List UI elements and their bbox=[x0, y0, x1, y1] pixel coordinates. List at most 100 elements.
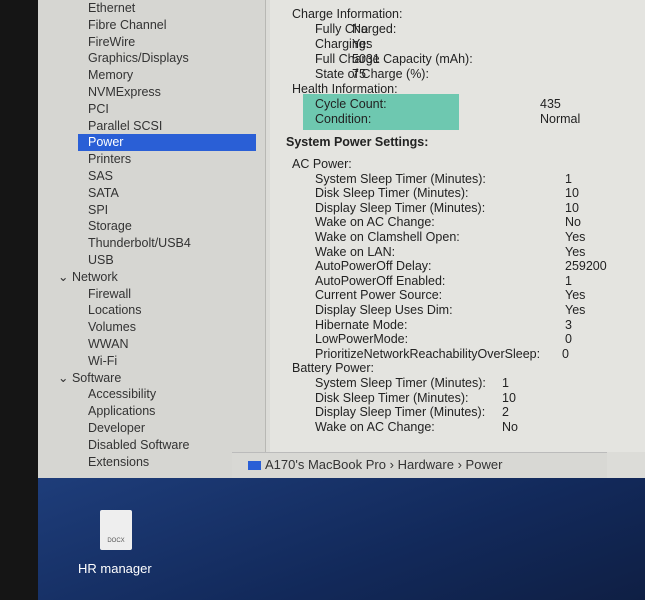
sidebar-item-graphics-displays[interactable]: Graphics/Displays bbox=[88, 50, 258, 67]
info-row: System Sleep Timer (Minutes): bbox=[315, 376, 486, 391]
info-value: 1 bbox=[565, 171, 572, 186]
sidebar-item-thunderbolt-usb4[interactable]: Thunderbolt/USB4 bbox=[88, 235, 258, 252]
info-label: Hibernate Mode: bbox=[315, 317, 408, 332]
info-row: PrioritizeNetworkReachabilityOverSleep: bbox=[315, 347, 540, 362]
sidebar-item-spi[interactable]: SPI bbox=[88, 202, 258, 219]
info-row: Battery Power: bbox=[292, 361, 374, 376]
info-value: 10 bbox=[565, 200, 579, 215]
file-name[interactable]: HR manager bbox=[78, 561, 152, 576]
sidebar-item-power[interactable]: Power bbox=[78, 134, 256, 152]
sidebar-item-firewall[interactable]: Firewall bbox=[88, 286, 258, 303]
sidebar-item-locations[interactable]: Locations bbox=[88, 302, 258, 319]
chevron-down-icon[interactable]: ⌄ bbox=[58, 371, 72, 385]
info-row: State of Charge (%): bbox=[315, 67, 429, 82]
screen-bezel bbox=[0, 0, 38, 600]
sidebar-item-label: Applications bbox=[88, 404, 156, 419]
info-label: Cycle Count: bbox=[315, 97, 387, 111]
info-label: Display Sleep Timer (Minutes): bbox=[315, 200, 486, 215]
info-value: 0 bbox=[565, 332, 572, 347]
info-value: 1 bbox=[565, 273, 572, 288]
system-information-window: Ethernet Fibre Channel FireWire Graphics/Di… bbox=[38, 0, 645, 478]
info-value: 3 bbox=[565, 317, 572, 332]
info-row: Wake on AC Change: bbox=[315, 215, 435, 230]
info-label: Disk Sleep Timer (Minutes): bbox=[315, 390, 469, 405]
sidebar-item-wi-fi[interactable]: Wi-Fi bbox=[88, 353, 258, 370]
path-item[interactable]: Power bbox=[466, 457, 503, 472]
sidebar-item-wwan[interactable]: WWAN bbox=[88, 336, 258, 353]
sidebar-item-label: SPI bbox=[88, 202, 109, 217]
info-row: Health Information: bbox=[292, 82, 398, 97]
sidebar-item-software[interactable]: ⌄ Software bbox=[58, 370, 228, 387]
info-value: 75 bbox=[352, 67, 366, 81]
sidebar-item-label: SAS bbox=[88, 169, 114, 183]
sidebar-item-printers[interactable]: Printers bbox=[88, 151, 258, 168]
info-label: Wake on LAN: bbox=[315, 244, 396, 259]
desktop: DOCX HR manager bbox=[38, 478, 645, 600]
sidebar-item-volumes[interactable]: Volumes bbox=[88, 319, 258, 336]
sidebar-item-nvmexpress[interactable]: NVMExpress bbox=[88, 84, 258, 101]
path-computer[interactable]: A170's MacBook Pro bbox=[265, 457, 386, 472]
info-label: AutoPowerOff Enabled: bbox=[315, 273, 446, 288]
info-row: Condition: bbox=[315, 112, 371, 127]
info-row: Disk Sleep Timer (Minutes): bbox=[315, 391, 469, 406]
info-row: Display Sleep Uses Dim: bbox=[315, 303, 453, 318]
sidebar-item-sas[interactable]: SAS bbox=[88, 168, 258, 185]
sidebar-item-developer[interactable]: Developer bbox=[88, 420, 258, 437]
sidebar-item-label: Memory bbox=[88, 68, 134, 83]
sidebar-item-pci[interactable]: PCI bbox=[88, 101, 258, 118]
sidebar-item-parallel-scsi[interactable]: Parallel SCSI bbox=[88, 118, 258, 135]
info-row: AC Power: bbox=[292, 157, 352, 172]
info-value: Yes bbox=[565, 244, 586, 259]
info-label: Health Information: bbox=[292, 82, 398, 96]
info-value: No bbox=[352, 22, 368, 36]
info-label: PrioritizeNetworkReachabilityOverSleep: bbox=[315, 346, 541, 361]
sidebar-item-applications[interactable]: Applications bbox=[88, 403, 258, 420]
sidebar-item-storage[interactable]: Storage bbox=[88, 218, 258, 235]
sidebar-item-label: Ethernet bbox=[88, 1, 136, 15]
info-label: Wake on AC Change: bbox=[315, 215, 435, 230]
info-value: 1 bbox=[502, 376, 509, 390]
sidebar-item-label: Volumes bbox=[88, 320, 136, 335]
sidebar-item-network[interactable]: ⌄ Network bbox=[58, 269, 228, 286]
sidebar-item-label: Software bbox=[71, 370, 122, 385]
info-label: Wake on AC Change: bbox=[315, 419, 435, 434]
info-row: System Power Settings: bbox=[286, 135, 428, 150]
sidebar-item-ethernet[interactable]: Ethernet bbox=[88, 0, 258, 17]
info-label: State of Charge (%): bbox=[315, 67, 429, 81]
info-value: Yes bbox=[352, 37, 373, 51]
sidebar-item-label: Thunderbolt/USB4 bbox=[88, 236, 191, 251]
info-label: Battery Power: bbox=[292, 361, 374, 376]
sidebar-item-label: Fibre Channel bbox=[88, 17, 167, 32]
info-label: AC Power: bbox=[292, 157, 352, 171]
info-row: Cycle Count: bbox=[315, 97, 387, 112]
info-row: Charge Information: bbox=[292, 7, 402, 22]
sidebar-item-label: Graphics/Displays bbox=[88, 51, 189, 66]
info-label: Display Sleep Uses Dim: bbox=[315, 303, 453, 317]
sidebar-item-label: Accessibility bbox=[88, 387, 157, 402]
docx-file-icon[interactable]: DOCX bbox=[100, 510, 132, 550]
info-label: Display Sleep Timer (Minutes): bbox=[315, 405, 486, 420]
sidebar-item-label: Locations bbox=[88, 303, 142, 318]
sidebar-item-usb[interactable]: USB bbox=[88, 252, 258, 269]
path-separator: › bbox=[457, 457, 462, 472]
sidebar-item-label: Firewall bbox=[88, 286, 132, 301]
sidebar-item-memory[interactable]: Memory bbox=[88, 67, 258, 84]
path-separator: › bbox=[389, 457, 394, 472]
info-row: Wake on AC Change: bbox=[315, 420, 435, 435]
info-value: Yes bbox=[565, 288, 586, 303]
path-section[interactable]: Hardware bbox=[398, 457, 454, 472]
sidebar-item-label: Network bbox=[71, 269, 118, 284]
sidebar-item-label: Developer bbox=[88, 421, 145, 435]
sidebar-item-firewire[interactable]: FireWire bbox=[88, 34, 258, 51]
sidebar-item-accessibility[interactable]: Accessibility bbox=[88, 386, 258, 403]
info-row: Hibernate Mode: bbox=[315, 318, 407, 333]
sidebar[interactable]: Ethernet Fibre Channel FireWire Graphics/Di… bbox=[38, 0, 266, 478]
sidebar-item-label: USB bbox=[88, 253, 114, 267]
sidebar-item-label: Extensions bbox=[88, 454, 150, 469]
chevron-down-icon[interactable]: ⌄ bbox=[58, 270, 72, 284]
sidebar-item-fibre-channel[interactable]: Fibre Channel bbox=[88, 17, 258, 34]
sidebar-item-label: Wi-Fi bbox=[88, 353, 118, 368]
info-label: System Sleep Timer (Minutes): bbox=[315, 376, 486, 390]
sidebar-item-sata[interactable]: SATA bbox=[88, 185, 258, 202]
info-value: 259200 bbox=[565, 259, 607, 274]
